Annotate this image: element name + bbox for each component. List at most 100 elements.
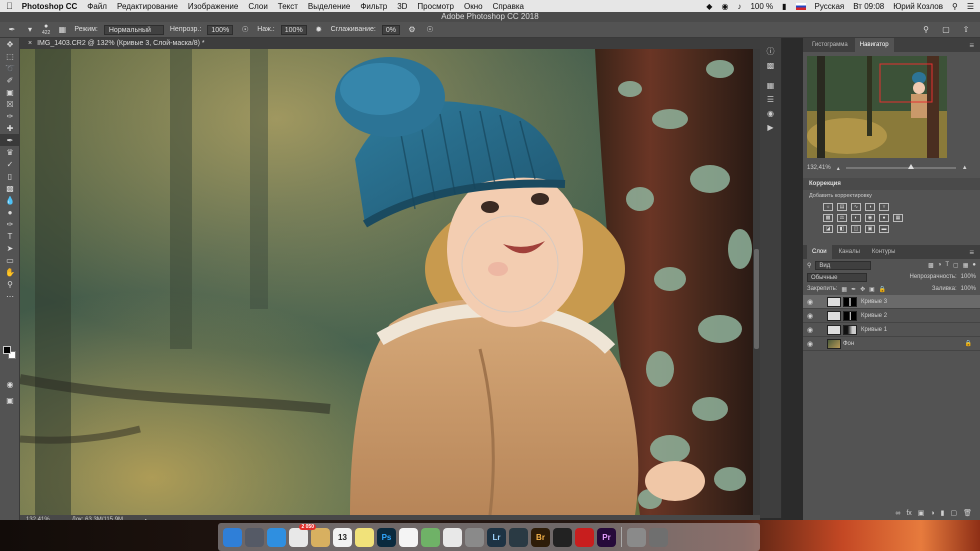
menu-type[interactable]: Текст: [278, 2, 298, 11]
fx-icon[interactable]: fx: [906, 510, 911, 517]
reminders-icon[interactable]: [399, 527, 418, 547]
eye-icon[interactable]: ◉: [807, 312, 817, 320]
flow-input[interactable]: 100%: [280, 24, 307, 35]
itunes-icon[interactable]: [443, 527, 462, 547]
lock-move-icon[interactable]: ✥: [860, 286, 865, 293]
notes-icon[interactable]: [311, 527, 330, 547]
screen-mode-icon[interactable]: ▣: [0, 394, 20, 406]
spotlight-icon[interactable]: ⚲: [952, 2, 958, 11]
color-lookup-icon[interactable]: ▦: [893, 214, 903, 222]
trash-icon[interactable]: 🗑: [963, 509, 972, 517]
new-layer-icon[interactable]: ▢: [950, 509, 957, 517]
clone-stamp-tool-icon[interactable]: ♛: [0, 146, 20, 158]
launchpad-icon[interactable]: [245, 527, 264, 547]
finder-icon[interactable]: [223, 527, 242, 547]
navigator-preview[interactable]: [807, 56, 947, 158]
foreground-color-swatch[interactable]: [3, 346, 11, 354]
chrome-icon[interactable]: 2 050: [289, 523, 316, 547]
history-brush-tool-icon[interactable]: ✓: [0, 158, 20, 170]
menu-filter[interactable]: Фильтр: [360, 2, 387, 11]
wifi-icon[interactable]: ◉: [721, 2, 728, 11]
layer-name[interactable]: Кривые 1: [861, 327, 887, 333]
zoom-tool-icon[interactable]: ⚲: [0, 278, 20, 290]
actions-icon[interactable]: ▶: [760, 120, 781, 134]
menu-edit[interactable]: Редактирование: [117, 2, 178, 11]
tab-histogram[interactable]: Гистограмма: [807, 38, 853, 52]
eyedropper-tool-icon[interactable]: ✑: [0, 110, 20, 122]
new-group-icon[interactable]: ▮: [941, 509, 945, 517]
layer-name[interactable]: Фон: [843, 341, 854, 347]
acrobat-icon[interactable]: [575, 527, 594, 547]
frame-tool-icon[interactable]: ☒: [0, 98, 20, 110]
chevron-down-icon[interactable]: ▾: [24, 24, 36, 35]
calendar-icon[interactable]: 13: [333, 527, 352, 547]
layer-name[interactable]: Кривые 3: [861, 299, 887, 305]
crop-tool-icon[interactable]: ▣: [0, 86, 20, 98]
info-icon[interactable]: ⓘ: [760, 44, 781, 58]
menu-layers[interactable]: Слои: [248, 2, 267, 11]
pressure-opacity-icon[interactable]: ☉: [239, 24, 251, 35]
clock[interactable]: Вт 09:08: [853, 2, 884, 11]
workspace-icon[interactable]: ▢: [940, 24, 952, 35]
correction-panel-title[interactable]: Коррекция: [803, 178, 980, 190]
menu-view[interactable]: Просмотр: [417, 2, 454, 11]
safari-icon[interactable]: [267, 527, 286, 547]
add-mask-icon[interactable]: ▣: [918, 509, 925, 517]
panel-menu-icon[interactable]: ≡: [969, 41, 980, 50]
lock-icon[interactable]: 🔒: [965, 340, 972, 347]
close-icon[interactable]: ×: [28, 40, 32, 47]
tab-navigator[interactable]: Навигатор: [854, 38, 894, 52]
filter-adjust-icon[interactable]: ◑: [938, 262, 942, 268]
eye-icon[interactable]: ◉: [807, 326, 817, 334]
lock-transparent-icon[interactable]: ▦: [841, 286, 847, 293]
canvas-scrollbar-thumb[interactable]: [754, 249, 759, 349]
eye-icon[interactable]: ◉: [807, 298, 817, 306]
premiere-icon[interactable]: Pr: [597, 527, 616, 547]
list-icon[interactable]: ☰: [967, 2, 974, 11]
tab-layers[interactable]: Слои: [807, 245, 832, 259]
lock-paint-icon[interactable]: ✒: [851, 286, 856, 293]
share-icon[interactable]: ⇧: [960, 24, 972, 35]
menu-window[interactable]: Окно: [464, 2, 483, 11]
apple-icon[interactable]: : [6, 1, 13, 11]
gradient-map-icon[interactable]: ▬: [879, 225, 889, 233]
layer-opacity-input[interactable]: 100%: [961, 274, 976, 280]
type-tool-icon[interactable]: T: [0, 230, 20, 242]
selective-color-icon[interactable]: ▣: [865, 225, 875, 233]
brush-panel-icon[interactable]: ▦: [56, 24, 68, 35]
document-tab[interactable]: × IMG_1403.CR2 @ 132% (Кривые 3, Слой-мас…: [20, 38, 760, 49]
lightroom-icon[interactable]: Lr: [487, 527, 506, 547]
history-icon[interactable]: ▩: [760, 58, 781, 72]
fill-input[interactable]: 100%: [961, 286, 976, 292]
move-tool-icon[interactable]: ✥: [0, 38, 20, 50]
search-icon[interactable]: ⚲: [920, 24, 932, 35]
bridge-icon[interactable]: Br: [531, 527, 550, 547]
layer-name[interactable]: Кривые 2: [861, 313, 887, 319]
volume-icon[interactable]: ♪: [737, 2, 741, 11]
menu-3d[interactable]: 3D: [397, 2, 407, 11]
new-adjustment-icon[interactable]: ◑: [930, 510, 934, 517]
photo-filter-icon[interactable]: ◉: [865, 214, 875, 222]
battery-text[interactable]: 100 %: [750, 2, 773, 11]
menu-help[interactable]: Справка: [493, 2, 524, 11]
filter-shape-icon[interactable]: ▢: [953, 262, 959, 269]
brush-preset-picker[interactable]: ● 422: [42, 23, 50, 36]
layer-row[interactable]: ◉ Кривые 3: [803, 295, 980, 309]
hand-tool-icon[interactable]: ✋: [0, 266, 20, 278]
styles-icon[interactable]: ◉: [760, 106, 781, 120]
camera-raw-icon[interactable]: [509, 527, 528, 547]
filter-smart-icon[interactable]: ▦: [963, 262, 969, 269]
menu-file[interactable]: Файл: [87, 2, 107, 11]
gear-icon[interactable]: ⚙: [406, 24, 418, 35]
exposure-icon[interactable]: ◑: [865, 203, 875, 211]
threshold-icon[interactable]: ◫: [851, 225, 861, 233]
layer-row[interactable]: ◉ Кривые 1: [803, 323, 980, 337]
black-white-icon[interactable]: ◐: [851, 214, 861, 222]
filter-toggle-icon[interactable]: ●: [972, 262, 976, 268]
blur-tool-icon[interactable]: 💧: [0, 194, 20, 206]
tab-channels[interactable]: Каналы: [834, 245, 865, 259]
slider-knob[interactable]: [907, 164, 914, 169]
link-layers-icon[interactable]: ∞: [895, 510, 900, 517]
brush-tool-icon[interactable]: ✒: [6, 24, 18, 35]
layer-row[interactable]: ◉ Кривые 2: [803, 309, 980, 323]
